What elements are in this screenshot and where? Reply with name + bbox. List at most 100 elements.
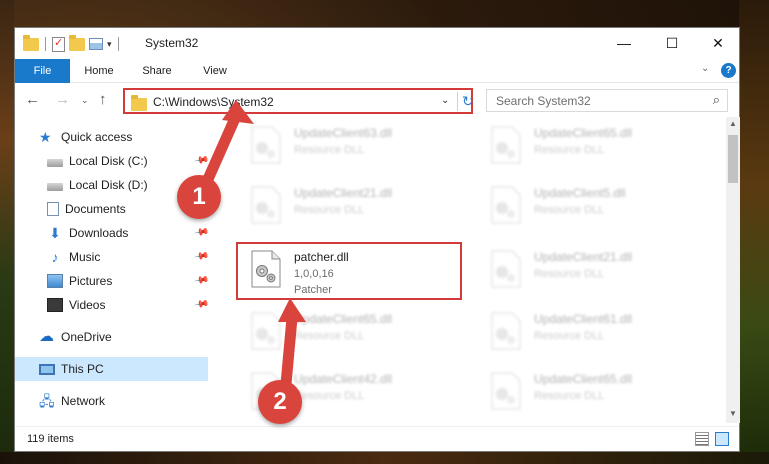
properties-icon[interactable] — [52, 36, 65, 52]
address-history-chevron-icon[interactable]: ⌄ — [441, 95, 449, 106]
file-item[interactable]: UpdateClient61.dll Resource DLL — [476, 306, 702, 364]
file-name: UpdateClient21.dll — [294, 186, 393, 200]
address-separator — [457, 92, 458, 111]
file-name: UpdateClient65.dll — [294, 312, 393, 326]
scroll-down-arrow-icon[interactable]: ▼ — [729, 409, 737, 418]
sidebar-item-label: Quick access — [61, 130, 133, 144]
help-icon[interactable]: ? — [721, 63, 736, 78]
expand-ribbon-chevron-icon[interactable]: ⌄ — [701, 63, 709, 74]
computer-icon — [39, 363, 55, 375]
scrollbar-thumb[interactable] — [728, 135, 738, 183]
tiles-view-icon[interactable] — [715, 432, 729, 446]
dll-file-icon — [251, 126, 281, 164]
sidebar-item-label: Documents — [65, 202, 126, 216]
folder-icon — [131, 95, 147, 111]
file-item[interactable]: UpdateClient5.dll Resource DLL — [476, 180, 702, 238]
sidebar-item-label: Pictures — [69, 274, 113, 288]
sidebar-item-label: Network — [61, 394, 106, 408]
pin-icon: 📌 — [192, 152, 210, 169]
file-description: Resource DLL — [294, 330, 365, 342]
sidebar-item-label: This PC — [61, 362, 104, 376]
file-description: Resource DLL — [534, 204, 605, 216]
search-icon[interactable]: ⌕ — [713, 92, 720, 108]
sidebar-item-pictures[interactable]: Pictures 📌 — [15, 269, 210, 293]
sidebar-item-downloads[interactable]: ⬇ Downloads 📌 — [15, 221, 209, 245]
file-description: Resource DLL — [294, 144, 365, 156]
file-item[interactable]: UpdateClient21.dll Resource DLL — [476, 244, 702, 302]
network-icon: 🖧 — [39, 393, 55, 409]
file-name: UpdateClient65.dll — [534, 126, 633, 140]
pin-icon: 📌 — [192, 296, 210, 313]
picture-icon — [47, 274, 63, 288]
dll-file-icon — [491, 250, 521, 288]
file-item[interactable]: UpdateClient65.dll Resource DLL — [476, 120, 702, 178]
pin-icon: 📌 — [192, 272, 210, 289]
back-arrow-icon[interactable]: ← — [25, 91, 40, 108]
music-icon: ♪ — [51, 249, 59, 265]
up-arrow-icon[interactable]: ↑ — [99, 91, 107, 108]
forward-arrow-icon[interactable]: → — [55, 91, 70, 108]
vertical-scrollbar[interactable]: ▲ ▼ — [726, 117, 740, 423]
close-button[interactable]: ✕ — [695, 28, 741, 58]
quick-access-toolbar: ▾ — [23, 34, 121, 53]
item-count: 119 items — [27, 433, 74, 445]
star-icon: ★ — [39, 129, 52, 145]
dll-file-icon — [251, 186, 281, 224]
sidebar-item-label: Videos — [69, 298, 106, 312]
title-bar: ▾ System32 — ☐ ✕ — [15, 28, 739, 59]
file-description: Resource DLL — [294, 390, 365, 402]
patcher-highlight-box — [236, 242, 462, 300]
file-item[interactable]: UpdateClient65.dll Resource DLL — [236, 306, 462, 364]
file-item[interactable]: UpdateClient65.dll Resource DLL — [476, 366, 702, 422]
tab-file[interactable]: File — [15, 59, 70, 83]
tab-home[interactable]: Home — [77, 59, 121, 83]
search-box[interactable]: Search System32 ⌕ — [486, 89, 728, 112]
customize-toolbar-dropdown[interactable]: ▾ — [107, 39, 112, 50]
refresh-icon[interactable]: ↻ — [462, 93, 474, 110]
desktop-background-bottom — [0, 452, 769, 464]
step-1-callout: 1 — [177, 175, 221, 219]
file-description: Resource DLL — [534, 390, 605, 402]
sidebar-item-network[interactable]: 🖧 Network — [15, 389, 208, 413]
sidebar-item-label: Local Disk (D:) — [69, 178, 148, 192]
document-icon — [47, 202, 59, 216]
details-view-icon[interactable] — [695, 432, 709, 446]
sidebar-item-music[interactable]: ♪ Music 📌 — [15, 245, 210, 269]
sidebar-item-onedrive[interactable]: ☁ OneDrive — [15, 325, 208, 349]
maximize-button[interactable]: ☐ — [649, 28, 695, 58]
pin-icon: 📌 — [192, 248, 210, 265]
dll-file-icon — [491, 186, 521, 224]
minimize-button[interactable]: — — [601, 28, 647, 58]
new-folder-icon[interactable] — [69, 34, 85, 51]
address-bar[interactable]: C:\Windows\System32 ⌄ ↻ — [123, 88, 474, 114]
recent-locations-chevron-icon[interactable]: ⌄ — [81, 95, 89, 106]
sidebar-item-videos[interactable]: Videos 📌 — [15, 293, 210, 317]
desktop-background-left — [0, 0, 14, 464]
file-name: UpdateClient42.dll — [294, 372, 393, 386]
file-item[interactable]: UpdateClient63.dll Resource DLL — [236, 120, 462, 178]
rename-icon[interactable] — [89, 38, 103, 50]
sidebar-item-this-pc[interactable]: This PC — [15, 357, 208, 381]
address-path[interactable]: C:\Windows\System32 — [153, 95, 274, 109]
sidebar-item-quick-access[interactable]: ★ Quick access — [15, 125, 208, 149]
file-item[interactable]: UpdateClient21.dll Resource DLL — [236, 180, 462, 238]
folder-icon — [23, 34, 39, 51]
window-title: System32 — [145, 36, 199, 50]
tab-view[interactable]: View — [193, 59, 237, 83]
file-list: UpdateClient63.dll Resource DLL UpdateCl… — [220, 120, 722, 422]
toolbar-separator — [45, 37, 46, 51]
cloud-icon: ☁ — [39, 328, 54, 345]
sidebar-item-local-disk-c[interactable]: Local Disk (C:) 📌 — [15, 149, 210, 173]
tab-share[interactable]: Share — [135, 59, 179, 83]
dll-file-icon — [251, 312, 281, 350]
step-2-callout: 2 — [258, 380, 302, 424]
file-description: Resource DLL — [534, 144, 605, 156]
scroll-up-arrow-icon[interactable]: ▲ — [729, 119, 737, 128]
search-input[interactable]: Search System32 — [496, 94, 591, 108]
file-name: UpdateClient21.dll — [534, 250, 633, 264]
disk-icon — [47, 183, 63, 191]
file-name: UpdateClient65.dll — [534, 372, 633, 386]
desktop-background-right — [739, 0, 769, 464]
file-explorer-window: ▾ System32 — ☐ ✕ File Home Share View ⌄ … — [14, 27, 740, 452]
ribbon-tabs: File Home Share View ⌄ ? — [15, 59, 739, 83]
